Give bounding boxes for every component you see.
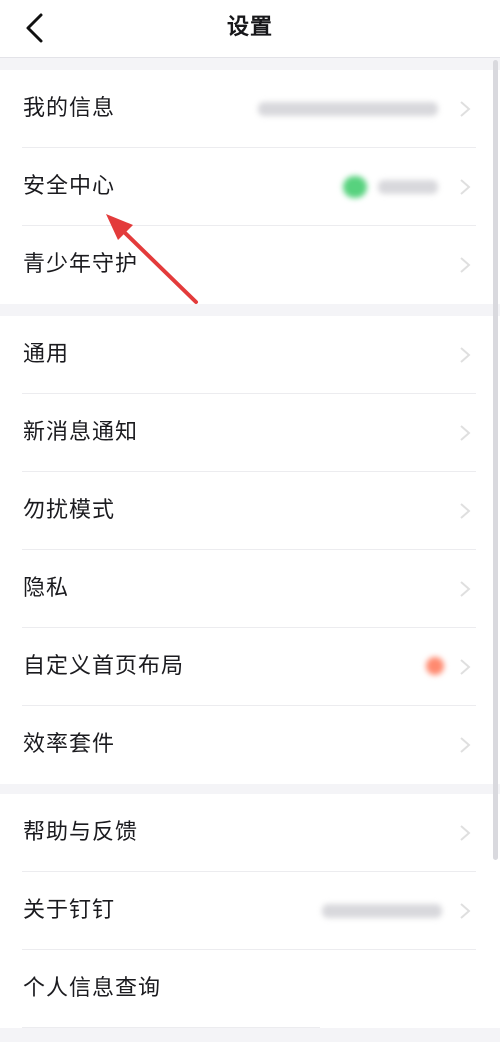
- top-nav-bar: 设置: [0, 0, 500, 58]
- settings-item-label: 新消息通知: [23, 420, 139, 445]
- chevron-right-icon: [460, 659, 471, 675]
- settings-item-about-dingtalk[interactable]: 关于钉钉: [0, 872, 500, 950]
- chevron-right-icon: [460, 101, 471, 117]
- settings-item-label: 自定义首页布局: [23, 654, 185, 679]
- page-title: 设置: [226, 15, 273, 40]
- settings-item-notifications[interactable]: 新消息通知: [0, 394, 500, 472]
- blurred-status-text: [378, 180, 438, 194]
- settings-item-personal-info-query[interactable]: 个人信息查询: [0, 950, 500, 1028]
- chevron-right-icon: [460, 347, 471, 363]
- settings-item-label: 青少年守护: [23, 252, 139, 277]
- settings-item-label: 我的信息: [23, 96, 116, 121]
- settings-group-account: 我的信息 安全中心 青少年守护: [0, 70, 500, 304]
- settings-item-general[interactable]: 通用: [0, 316, 500, 394]
- settings-item-label: 关于钉钉: [23, 898, 116, 923]
- chevron-right-icon: [460, 179, 471, 195]
- settings-item-help-feedback[interactable]: 帮助与反馈: [0, 794, 500, 872]
- settings-item-label: 效率套件: [23, 732, 116, 757]
- settings-item-label: 个人信息查询: [23, 976, 162, 1001]
- settings-group-about: 帮助与反馈 关于钉钉 个人信息查询: [0, 794, 500, 1028]
- chevron-right-icon: [460, 903, 471, 919]
- settings-item-label: 隐私: [23, 576, 70, 601]
- settings-item-my-info[interactable]: 我的信息: [0, 70, 500, 148]
- chevron-right-icon: [460, 425, 471, 441]
- settings-item-efficiency-suite[interactable]: 效率套件: [0, 706, 500, 784]
- status-green-dot: [343, 176, 367, 198]
- settings-item-label: 帮助与反馈: [23, 820, 139, 845]
- red-badge-dot: [426, 657, 444, 675]
- chevron-right-icon: [460, 581, 471, 597]
- row-divider: [22, 1027, 320, 1028]
- settings-page: 设置 我的信息 安全中心 青少年守护 通用 新消息通知 勿扰模式 隐私 自定义首…: [0, 0, 500, 1042]
- chevron-right-icon: [460, 737, 471, 753]
- settings-item-label: 勿扰模式: [23, 498, 116, 523]
- settings-item-label: 安全中心: [23, 174, 116, 199]
- settings-item-custom-home-layout[interactable]: 自定义首页布局: [0, 628, 500, 706]
- settings-item-privacy[interactable]: 隐私: [0, 550, 500, 628]
- settings-item-do-not-disturb[interactable]: 勿扰模式: [0, 472, 500, 550]
- blurred-version-text: [322, 904, 442, 918]
- settings-item-youth-protection[interactable]: 青少年守护: [0, 226, 500, 304]
- scrollbar[interactable]: [493, 60, 498, 860]
- settings-item-security-center[interactable]: 安全中心: [0, 148, 500, 226]
- chevron-right-icon: [460, 257, 471, 273]
- blurred-value: [258, 102, 438, 116]
- settings-item-label: 通用: [23, 342, 70, 367]
- settings-group-general: 通用 新消息通知 勿扰模式 隐私 自定义首页布局 效率套件: [0, 316, 500, 784]
- chevron-right-icon: [460, 503, 471, 519]
- chevron-right-icon: [460, 825, 471, 841]
